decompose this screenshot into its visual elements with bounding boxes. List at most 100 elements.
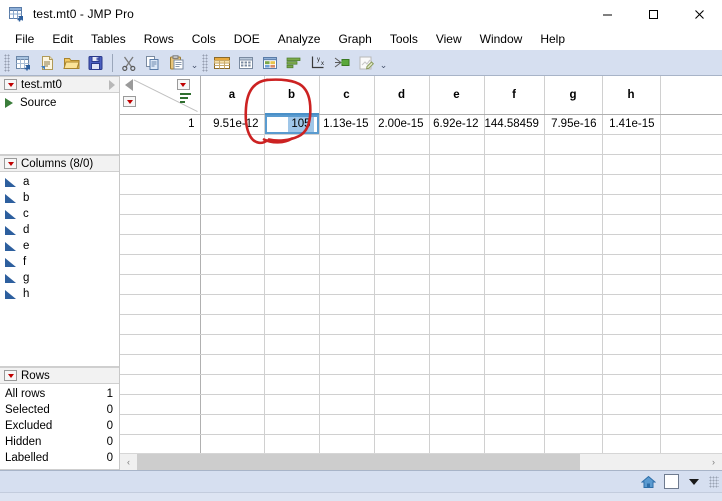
empty-cell[interactable] [200, 434, 265, 453]
empty-cell[interactable] [200, 214, 265, 235]
empty-table-row[interactable] [120, 234, 722, 255]
empty-cell[interactable] [374, 414, 430, 435]
empty-cell[interactable] [602, 354, 661, 375]
empty-table-row[interactable] [120, 134, 722, 155]
graph-builder-icon[interactable] [355, 52, 377, 74]
column-header-a[interactable]: a [200, 76, 265, 115]
empty-cell[interactable] [429, 274, 485, 295]
empty-cell[interactable] [484, 274, 545, 295]
scroll-right-arrow[interactable]: › [705, 454, 722, 470]
empty-cell[interactable] [319, 254, 375, 275]
empty-cell[interactable] [200, 294, 265, 315]
empty-cell[interactable] [484, 314, 545, 335]
empty-cell[interactable] [544, 134, 603, 155]
empty-cell[interactable] [374, 354, 430, 375]
empty-table-row[interactable] [120, 294, 722, 315]
empty-cell[interactable] [484, 334, 545, 355]
empty-cell[interactable] [429, 434, 485, 453]
menu-cols[interactable]: Cols [183, 30, 225, 48]
empty-cell[interactable] [602, 294, 661, 315]
empty-cell[interactable] [484, 434, 545, 453]
empty-cell[interactable] [429, 314, 485, 335]
empty-table-row[interactable] [120, 414, 722, 435]
empty-row-header[interactable] [120, 314, 201, 335]
empty-cell[interactable] [264, 234, 320, 255]
empty-table-row[interactable] [120, 334, 722, 355]
empty-cell[interactable] [319, 294, 375, 315]
empty-cell[interactable] [374, 314, 430, 335]
empty-cell[interactable] [374, 334, 430, 355]
empty-cell[interactable] [264, 354, 320, 375]
empty-cell[interactable] [374, 294, 430, 315]
empty-cell[interactable] [484, 294, 545, 315]
empty-cell[interactable] [200, 314, 265, 335]
cell-1-d[interactable]: 2.00e-15 [374, 114, 430, 135]
empty-cell[interactable] [544, 174, 603, 195]
empty-cell[interactable] [544, 374, 603, 395]
empty-cell[interactable] [200, 234, 265, 255]
menu-doe[interactable]: DOE [225, 30, 269, 48]
close-button[interactable] [676, 0, 722, 28]
empty-cell[interactable] [264, 134, 320, 155]
column-header-c[interactable]: c [319, 76, 375, 115]
empty-cell[interactable] [264, 394, 320, 415]
column-header-e[interactable]: e [429, 76, 485, 115]
empty-row-header[interactable] [120, 194, 201, 215]
menu-graph[interactable]: Graph [329, 30, 380, 48]
empty-cell[interactable] [602, 374, 661, 395]
menu-window[interactable]: Window [471, 30, 532, 48]
save-icon[interactable] [85, 52, 107, 74]
column-header-g[interactable]: g [544, 76, 603, 115]
empty-cell[interactable] [264, 414, 320, 435]
red-triangle-menu-icon[interactable] [4, 370, 17, 381]
toolbar-overflow-1[interactable]: ⌄ [189, 52, 200, 74]
scroll-left-arrow[interactable]: ‹ [120, 454, 137, 470]
empty-cell[interactable] [264, 374, 320, 395]
fit-y-by-x-icon[interactable]: y x [307, 52, 329, 74]
empty-cell[interactable] [544, 434, 603, 453]
empty-cell[interactable] [319, 334, 375, 355]
table-panel-header[interactable]: test.mt0 [0, 76, 119, 93]
red-triangle-menu-icon[interactable] [123, 96, 136, 107]
column-item-e[interactable]: e [0, 238, 119, 254]
row-stat-hidden[interactable]: Hidden 0 [0, 434, 119, 450]
column-item-f[interactable]: f [0, 254, 119, 270]
empty-cell[interactable] [602, 414, 661, 435]
empty-cell[interactable] [429, 414, 485, 435]
empty-cell[interactable] [319, 374, 375, 395]
cell-1-f[interactable]: 144.58459 [484, 114, 545, 135]
empty-cell[interactable] [484, 254, 545, 275]
empty-cell[interactable] [264, 174, 320, 195]
cell-1-b[interactable]: 105 [264, 114, 320, 135]
menu-edit[interactable]: Edit [43, 30, 82, 48]
row-header-1[interactable]: 1 [120, 114, 201, 135]
empty-cell[interactable] [429, 174, 485, 195]
empty-row-header[interactable] [120, 414, 201, 435]
empty-cell[interactable] [484, 414, 545, 435]
column-header-b[interactable]: b [264, 76, 320, 115]
column-header-f[interactable]: f [484, 76, 545, 115]
empty-cell[interactable] [374, 394, 430, 415]
row-stat-all-rows[interactable]: All rows 1 [0, 386, 119, 402]
empty-row-header[interactable] [120, 394, 201, 415]
empty-cell[interactable] [429, 394, 485, 415]
subset-icon[interactable] [259, 52, 281, 74]
empty-row-header[interactable] [120, 134, 201, 155]
column-item-h[interactable]: h [0, 286, 119, 302]
empty-cell[interactable] [200, 174, 265, 195]
resize-grip-icon[interactable] [709, 475, 719, 488]
column-item-b[interactable]: b [0, 190, 119, 206]
empty-cell[interactable] [319, 354, 375, 375]
empty-table-row[interactable] [120, 354, 722, 375]
empty-cell[interactable] [602, 154, 661, 175]
empty-row-header[interactable] [120, 354, 201, 375]
table-item-source[interactable]: Source [0, 95, 119, 111]
empty-table-row[interactable] [120, 174, 722, 195]
maximize-button[interactable] [630, 0, 676, 28]
empty-cell[interactable] [429, 134, 485, 155]
empty-cell[interactable] [264, 214, 320, 235]
menu-tables[interactable]: Tables [82, 30, 135, 48]
empty-cell[interactable] [200, 374, 265, 395]
empty-cell[interactable] [200, 274, 265, 295]
cell-1-a[interactable]: 9.51e-12 [200, 114, 265, 135]
